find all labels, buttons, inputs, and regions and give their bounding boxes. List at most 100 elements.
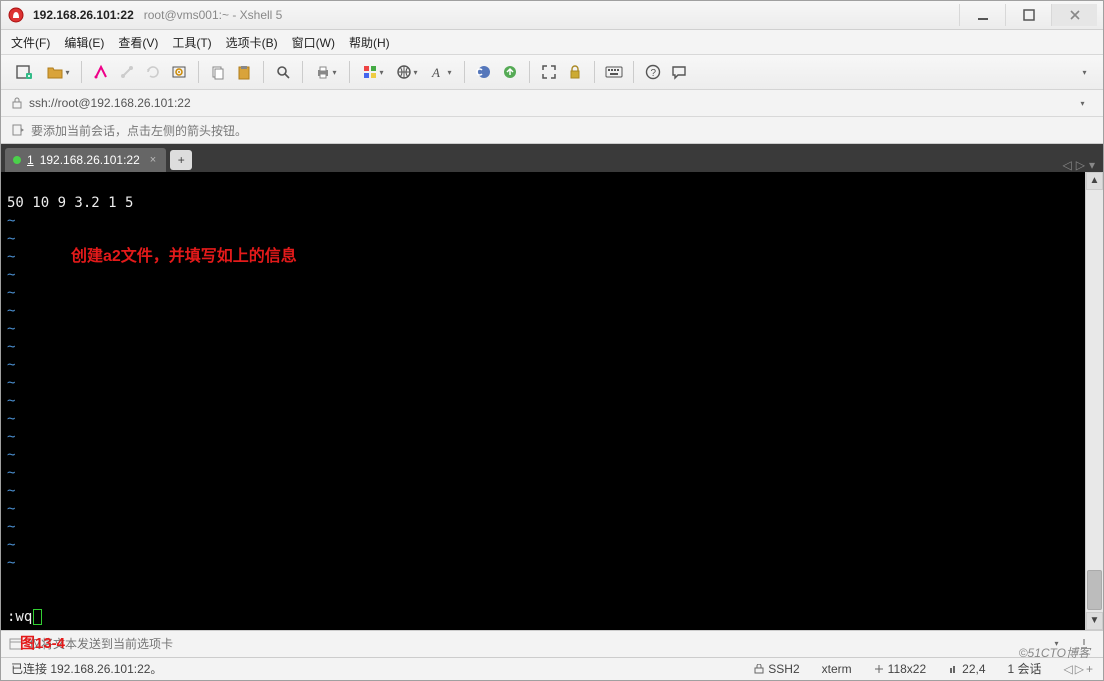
window-controls	[959, 4, 1097, 26]
address-url[interactable]: ssh://root@192.168.26.101:22	[29, 96, 1065, 110]
session-tab[interactable]: 1 192.168.26.101:22 ×	[5, 148, 166, 172]
lock-button[interactable]	[564, 61, 586, 83]
font-button[interactable]: A▾	[426, 61, 456, 83]
menu-file[interactable]: 文件(F)	[11, 34, 50, 51]
status-add-button[interactable]: +	[1086, 662, 1093, 676]
tilde-line: ~	[7, 411, 15, 427]
connect-button[interactable]	[90, 61, 112, 83]
tilde-line: ~	[7, 555, 15, 571]
find-button[interactable]	[272, 61, 294, 83]
tab-index: 1	[27, 153, 34, 167]
tilde-line: ~	[7, 483, 15, 499]
menu-tools[interactable]: 工具(T)	[172, 34, 211, 51]
maximize-button[interactable]	[1005, 4, 1051, 26]
tab-next-button[interactable]: ▷	[1076, 158, 1085, 172]
new-session-button[interactable]	[9, 61, 39, 83]
figure-caption: 图13-4	[20, 632, 65, 653]
fullscreen-button[interactable]	[538, 61, 560, 83]
tilde-line: ~	[7, 267, 15, 283]
size-icon	[874, 664, 884, 674]
terminal-area: 50 10 9 3.2 1 5 ~ ~ ~ ~ ~ ~ ~ ~ ~ ~ ~ ~ …	[1, 172, 1103, 630]
encoding-button[interactable]: ▾	[392, 61, 422, 83]
app-icon	[7, 6, 25, 24]
tilde-line: ~	[7, 465, 15, 481]
title-main: 192.168.26.101:22	[33, 8, 134, 22]
toolbar-separator	[302, 61, 303, 83]
status-next-button[interactable]: ▷	[1075, 662, 1084, 676]
menu-window[interactable]: 窗口(W)	[292, 34, 335, 51]
tilde-line: ~	[7, 537, 15, 553]
help-button[interactable]: ?	[642, 61, 664, 83]
scroll-down-button[interactable]: ▼	[1086, 612, 1103, 630]
toolbar-overflow-button[interactable]: ▾	[1073, 61, 1095, 83]
menu-edit[interactable]: 编辑(E)	[64, 34, 104, 51]
copy-button[interactable]	[207, 61, 229, 83]
properties-button[interactable]	[168, 61, 190, 83]
status-connected: 已连接 192.168.26.101:22。	[11, 660, 162, 677]
status-protocol: SSH2	[754, 662, 799, 676]
status-nav: ◁ ▷ +	[1064, 662, 1093, 676]
paste-button[interactable]	[233, 61, 255, 83]
titlebar: 192.168.26.101:22 root@vms001:~ - Xshell…	[1, 1, 1103, 30]
toolbar-separator	[81, 61, 82, 83]
tilde-line: ~	[7, 393, 15, 409]
tilde-line: ~	[7, 519, 15, 535]
print-button[interactable]: ▾	[311, 61, 341, 83]
compose-input[interactable]	[29, 634, 1039, 654]
lock-small-icon	[11, 97, 23, 109]
menu-tabs[interactable]: 选项卡(B)	[226, 34, 278, 51]
xagent-button[interactable]	[473, 61, 495, 83]
tilde-line: ~	[7, 429, 15, 445]
title-sub: root@vms001:~ - Xshell 5	[144, 8, 283, 22]
scroll-thumb[interactable]	[1087, 570, 1102, 610]
scroll-up-button[interactable]: ▲	[1086, 172, 1103, 190]
tilde-line: ~	[7, 357, 15, 373]
hintbar: 要添加当前会话，点击左侧的箭头按钮。	[1, 117, 1103, 144]
keyboard-button[interactable]	[603, 61, 625, 83]
statusbar: 已连接 192.168.26.101:22。 SSH2 xterm 118x22…	[1, 657, 1103, 680]
new-tab-button[interactable]: +	[170, 150, 192, 170]
tab-label: 192.168.26.101:22	[40, 153, 140, 167]
vertical-scrollbar[interactable]: ▲ ▼	[1085, 172, 1103, 630]
tilde-line: ~	[7, 501, 15, 517]
toolbar-separator	[198, 61, 199, 83]
disconnect-button[interactable]	[116, 61, 138, 83]
scroll-track[interactable]	[1086, 190, 1103, 612]
address-dropdown-button[interactable]: ▾	[1071, 92, 1093, 114]
tab-prev-button[interactable]: ◁	[1063, 158, 1072, 172]
close-button[interactable]	[1051, 4, 1097, 26]
toolbar-separator	[529, 61, 530, 83]
status-position: 22,4	[948, 662, 985, 676]
menubar: 文件(F) 编辑(E) 查看(V) 工具(T) 选项卡(B) 窗口(W) 帮助(…	[1, 30, 1103, 55]
toolbar-separator	[633, 61, 634, 83]
tab-close-button[interactable]: ×	[150, 154, 156, 166]
tab-navigation: ◁ ▷ ▾	[1063, 158, 1100, 172]
tilde-line: ~	[7, 375, 15, 391]
addressbar: ssh://root@192.168.26.101:22 ▾	[1, 90, 1103, 117]
status-term: xterm	[822, 662, 852, 676]
feedback-button[interactable]	[668, 61, 690, 83]
status-sessions: 1 会话	[1008, 660, 1042, 677]
status-right: SSH2 xterm 118x22 22,4 1 会话 ◁ ▷ +	[754, 660, 1093, 677]
hint-text: 要添加当前会话，点击左侧的箭头按钮。	[31, 122, 247, 139]
open-button[interactable]: ▾	[43, 61, 73, 83]
status-dot-icon	[13, 156, 21, 164]
toolbar-separator	[263, 61, 264, 83]
terminal[interactable]: 50 10 9 3.2 1 5 ~ ~ ~ ~ ~ ~ ~ ~ ~ ~ ~ ~ …	[1, 172, 1085, 630]
xftp-button[interactable]	[499, 61, 521, 83]
menu-help[interactable]: 帮助(H)	[349, 34, 390, 51]
reconnect-button[interactable]	[142, 61, 164, 83]
status-prev-button[interactable]: ◁	[1064, 662, 1073, 676]
menu-view[interactable]: 查看(V)	[118, 34, 158, 51]
status-size: 118x22	[874, 662, 926, 676]
tab-menu-button[interactable]: ▾	[1089, 158, 1095, 172]
terminal-line-1: 50 10 9 3.2 1 5	[7, 195, 133, 211]
lock-icon	[754, 664, 764, 674]
hint-icon	[11, 123, 25, 137]
minimize-button[interactable]	[959, 4, 1005, 26]
color-scheme-button[interactable]: ▾	[358, 61, 388, 83]
tilde-line: ~	[7, 231, 15, 247]
tilde-line: ~	[7, 447, 15, 463]
tilde-line: ~	[7, 303, 15, 319]
toolbar: ▾ ▾ ▾ ▾ A▾ ? ▾	[1, 55, 1103, 90]
